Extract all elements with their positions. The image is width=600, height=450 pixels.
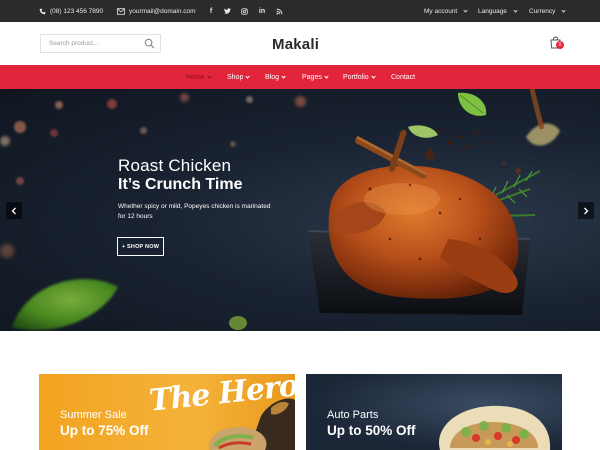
chevron-down-icon: [281, 73, 286, 79]
roast-chicken-image: [307, 89, 560, 315]
bokeh-light: [50, 129, 58, 137]
bokeh-light: [230, 141, 236, 147]
chevron-down-icon: [463, 7, 468, 13]
chevron-down-icon: [561, 7, 566, 13]
language-label: Language: [478, 7, 507, 15]
site-logo[interactable]: Makali: [272, 34, 319, 54]
slider-next-button[interactable]: [578, 202, 594, 219]
banner-headline: Up to 75% Off: [60, 423, 149, 438]
shop-now-button[interactable]: + SHOP NOW: [117, 237, 164, 256]
nav-item-portfolio[interactable]: Portfolio: [343, 65, 376, 89]
banner-subtitle: Auto Parts: [327, 409, 379, 421]
promo-banner-summer-sale[interactable]: The Hero Summer Sale Up to 75% Off: [39, 374, 295, 450]
email-address: yourmail@domain.com: [129, 7, 196, 15]
top-bar: (08) 123 456 7890 yourmail@domain.com f …: [0, 0, 600, 22]
site-header: Makali 0: [0, 22, 600, 65]
nav-item-label: Portfolio: [343, 73, 369, 81]
bokeh-light: [0, 244, 14, 258]
phone-number: (08) 123 456 7890: [50, 7, 104, 15]
bokeh-light: [0, 136, 10, 146]
twitter-icon[interactable]: [221, 0, 233, 22]
nav-item-blog[interactable]: Blog: [265, 65, 286, 89]
nav-item-home[interactable]: Home: [186, 65, 212, 89]
basil-leaf-image: [12, 279, 118, 331]
search-input[interactable]: [41, 35, 141, 52]
linkedin-icon[interactable]: in: [256, 0, 268, 22]
nav-item-label: Blog: [265, 73, 280, 81]
chevron-down-icon: [324, 73, 329, 79]
rss-icon[interactable]: [273, 0, 285, 22]
phone-contact[interactable]: (08) 123 456 7890: [39, 0, 103, 22]
hero-description: Whether spicy or mild, Popeyes chicken i…: [118, 203, 271, 220]
bokeh-light: [180, 93, 189, 102]
nav-item-label: Shop: [227, 73, 244, 81]
bokeh-light: [16, 177, 24, 185]
currency-label: Currency: [529, 7, 556, 15]
banner-headline: Up to 50% Off: [327, 423, 416, 438]
facebook-icon[interactable]: f: [205, 0, 217, 22]
nav-item-label: Contact: [391, 73, 416, 81]
food-image: [208, 398, 295, 450]
chevron-down-icon: [207, 73, 212, 79]
email-contact[interactable]: yourmail@domain.com: [117, 0, 196, 22]
logo-text: Makali: [272, 35, 320, 53]
slider-prev-button[interactable]: [6, 202, 22, 219]
instagram-icon[interactable]: [238, 0, 250, 22]
currency-dropdown[interactable]: Currency: [529, 0, 566, 22]
search-icon[interactable]: [144, 38, 155, 49]
promo-banner-auto-parts[interactable]: Auto Parts Up to 50% Off: [306, 374, 562, 450]
my-account-label: My account: [424, 7, 458, 15]
chevron-down-icon: [371, 73, 376, 79]
mail-icon: [117, 7, 125, 15]
bokeh-light: [14, 121, 26, 133]
leaf-image: [229, 316, 247, 330]
nav-item-label: Home: [186, 73, 205, 81]
chevron-right-icon: [584, 207, 589, 214]
hero-subtitle: It’s Crunch Time: [118, 176, 243, 193]
nav-item-shop[interactable]: Shop: [227, 65, 250, 89]
nav-item-pages[interactable]: Pages: [302, 65, 329, 89]
chevron-down-icon: [513, 7, 518, 13]
bokeh-light: [55, 101, 63, 109]
hero-slider: Roast Chicken It’s Crunch Time Whether s…: [0, 89, 600, 331]
bokeh-light: [140, 127, 147, 134]
search-box: [40, 34, 161, 53]
bokeh-light: [246, 96, 253, 103]
chevron-left-icon: [11, 207, 16, 214]
chevron-down-icon: [245, 73, 250, 79]
my-account-dropdown[interactable]: My account: [424, 0, 468, 22]
cart-count-badge: 0: [556, 41, 564, 49]
banner-subtitle: Summer Sale: [60, 409, 127, 421]
nav-item-contact[interactable]: Contact: [391, 65, 415, 89]
hero-title: Roast Chicken: [118, 156, 232, 175]
phone-icon: [39, 8, 46, 14]
language-dropdown[interactable]: Language: [478, 0, 518, 22]
nav-item-label: Pages: [302, 73, 322, 81]
bokeh-light: [107, 99, 117, 109]
wrap-sandwich-image: [439, 405, 551, 450]
main-nav: Home Shop Blog Pages Portfolio Contact: [0, 65, 600, 89]
